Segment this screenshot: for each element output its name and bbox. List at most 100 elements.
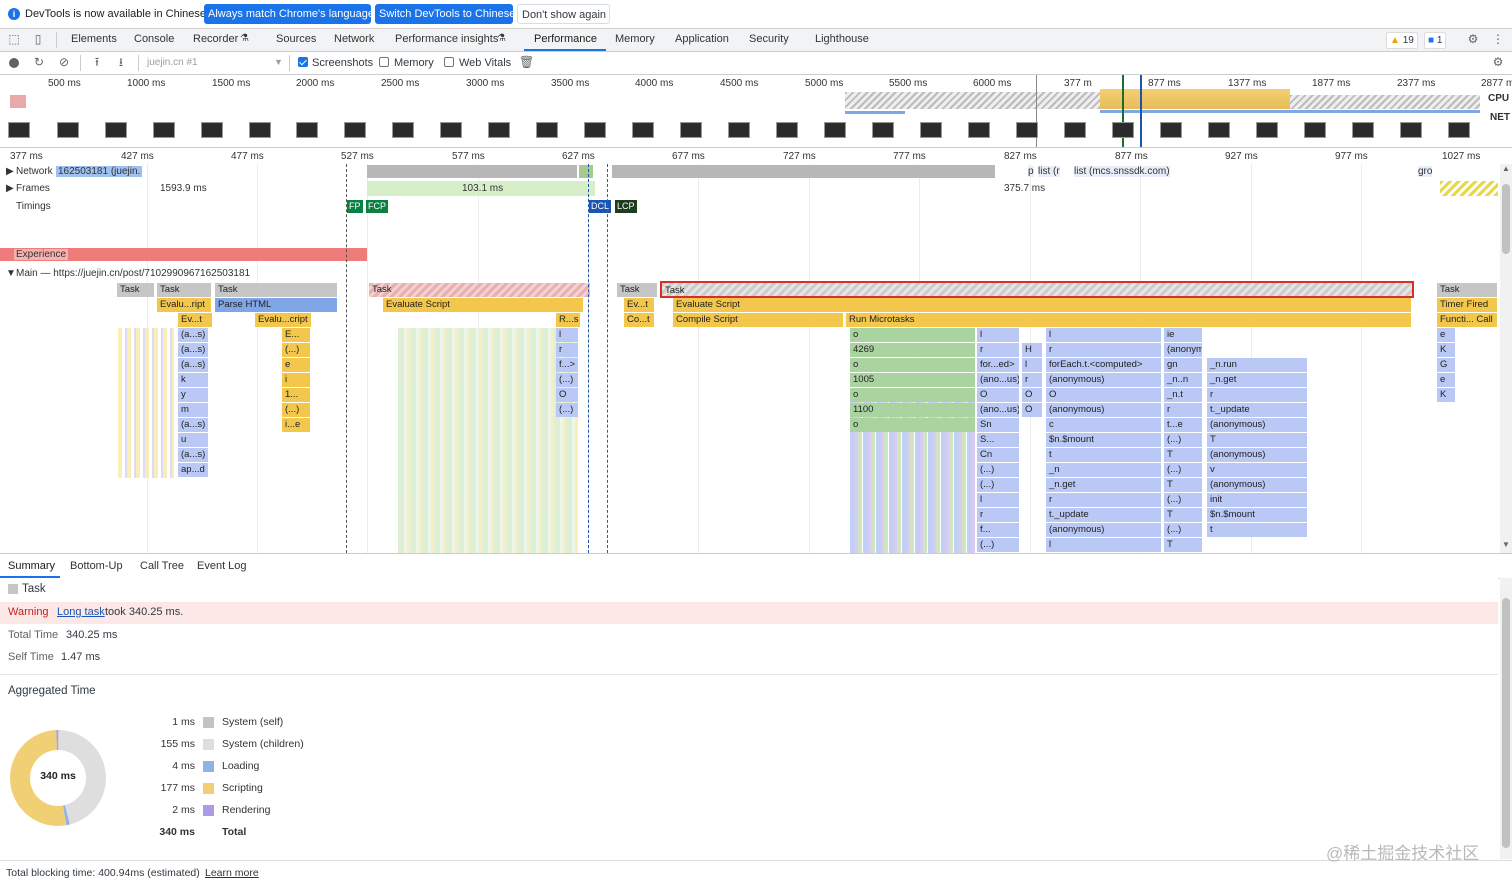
- frame-duration[interactable]: 375.7 ms: [1004, 183, 1045, 194]
- call-frame[interactable]: _n.run: [1207, 358, 1307, 372]
- screenshot-thumbnail[interactable]: [392, 122, 414, 138]
- screenshot-thumbnail[interactable]: [1256, 122, 1278, 138]
- screenshot-thumbnail[interactable]: [57, 122, 79, 138]
- call-frame[interactable]: init: [1207, 493, 1307, 507]
- call-frame[interactable]: t...e: [1164, 418, 1202, 432]
- call-frame[interactable]: for...ed>: [977, 358, 1019, 372]
- screenshot-thumbnail[interactable]: [201, 122, 223, 138]
- tab-application[interactable]: Application: [675, 33, 729, 45]
- frames-track-label[interactable]: Frames: [16, 183, 50, 194]
- run-microtasks-block[interactable]: Run Microtasks: [846, 313, 1411, 327]
- parse-html-block[interactable]: Parse HTML: [215, 298, 337, 312]
- clear-icon[interactable]: ⊘: [57, 55, 71, 69]
- call-frame[interactable]: (ano...us): [977, 403, 1019, 417]
- network-request[interactable]: p: [1028, 166, 1034, 177]
- screenshot-thumbnail[interactable]: [1064, 122, 1086, 138]
- frame-bar[interactable]: [1440, 181, 1498, 196]
- more-options-icon[interactable]: ⋮: [1491, 32, 1505, 46]
- screenshot-thumbnail[interactable]: [8, 122, 30, 138]
- call-frame[interactable]: (a...s): [178, 358, 208, 372]
- screenshot-thumbnail[interactable]: [872, 122, 894, 138]
- network-request[interactable]: [612, 165, 995, 178]
- chevron-down-icon[interactable]: ▼: [274, 57, 283, 67]
- switch-to-chinese-button[interactable]: Switch DevTools to Chinese: [375, 4, 515, 24]
- call-frame[interactable]: k: [178, 373, 208, 387]
- evaluate-script-block[interactable]: Evalu...ript: [157, 298, 211, 312]
- flame-chart[interactable]: ▶ Network 162503181 (juejin. p list (r l…: [0, 164, 1500, 553]
- call-frame[interactable]: (a...s): [178, 448, 208, 462]
- capture-settings-gear-icon[interactable]: ⚙: [1491, 55, 1505, 69]
- run-microtasks-block[interactable]: R...s: [556, 313, 580, 327]
- screenshot-thumbnail[interactable]: [536, 122, 558, 138]
- call-frame[interactable]: gn: [1164, 358, 1202, 372]
- network-request[interactable]: list (r: [1038, 166, 1060, 177]
- collapse-arrow-icon[interactable]: ▼: [6, 268, 16, 279]
- tab-security[interactable]: Security: [749, 33, 789, 45]
- call-frame[interactable]: T: [1164, 478, 1202, 492]
- call-frame[interactable]: K: [1437, 388, 1455, 402]
- tab-call-tree[interactable]: Call Tree: [140, 560, 184, 572]
- device-toolbar-icon[interactable]: ▯: [31, 32, 45, 46]
- learn-more-link[interactable]: Learn more: [205, 867, 259, 879]
- call-frame[interactable]: l: [1046, 328, 1161, 342]
- call-frame[interactable]: t: [1207, 523, 1307, 537]
- compile-script-block[interactable]: Compile Script: [673, 313, 843, 327]
- call-frame[interactable]: O: [1046, 388, 1161, 402]
- call-frame[interactable]: ie: [1164, 328, 1202, 342]
- inspect-element-icon[interactable]: ⬚: [7, 32, 21, 46]
- evaluate-script-block[interactable]: Evaluate Script: [673, 298, 1411, 312]
- screenshot-thumbnail[interactable]: [153, 122, 175, 138]
- scrollbar-thumb[interactable]: [1502, 598, 1510, 848]
- tab-performance-insights[interactable]: Performance insights: [395, 33, 498, 45]
- network-request[interactable]: 162503181 (juejin.: [56, 166, 143, 177]
- call-frame[interactable]: T: [1207, 433, 1307, 447]
- expand-arrow-icon[interactable]: ▶: [6, 183, 14, 194]
- call-frame[interactable]: f...>: [556, 358, 578, 372]
- network-request[interactable]: [367, 165, 577, 178]
- call-frame[interactable]: _n..n: [1164, 373, 1202, 387]
- call-frame[interactable]: Sn: [977, 418, 1019, 432]
- reload-icon[interactable]: ↻: [32, 55, 46, 69]
- tab-summary[interactable]: Summary: [8, 560, 55, 572]
- tab-memory[interactable]: Memory: [615, 33, 655, 45]
- function-call-block[interactable]: Functi... Call: [1437, 313, 1497, 327]
- call-frame[interactable]: (...): [977, 538, 1019, 552]
- call-frame[interactable]: (...): [1164, 463, 1202, 477]
- settings-gear-icon[interactable]: ⚙: [1466, 32, 1480, 46]
- call-frame[interactable]: (...): [556, 403, 578, 417]
- call-frame[interactable]: e: [282, 358, 310, 372]
- screenshot-thumbnail[interactable]: [440, 122, 462, 138]
- call-frame[interactable]: T: [1164, 538, 1202, 552]
- evaluate-script-block[interactable]: Evaluate Script: [383, 298, 583, 312]
- screenshot-thumbnail[interactable]: [1448, 122, 1470, 138]
- web-vitals-checkbox[interactable]: [444, 57, 454, 67]
- tab-recorder[interactable]: Recorder: [193, 33, 238, 45]
- call-frame[interactable]: l: [1046, 538, 1161, 552]
- call-frame[interactable]: e: [1437, 328, 1455, 342]
- task-block[interactable]: Task: [369, 283, 590, 297]
- screenshot-thumbnail[interactable]: [584, 122, 606, 138]
- call-frame[interactable]: K: [1437, 343, 1455, 357]
- call-frame[interactable]: m: [178, 403, 208, 417]
- network-request[interactable]: gro: [1418, 166, 1433, 177]
- call-frame[interactable]: c: [1046, 418, 1161, 432]
- call-frame[interactable]: S...: [977, 433, 1019, 447]
- expand-arrow-icon[interactable]: ▶: [6, 166, 14, 177]
- timeline-overview[interactable]: 500 ms 1000 ms 1500 ms 2000 ms 2500 ms 3…: [0, 75, 1512, 148]
- call-frame[interactable]: (...): [282, 343, 310, 357]
- call-frame[interactable]: T: [1164, 448, 1202, 462]
- tab-sources[interactable]: Sources: [276, 33, 316, 45]
- call-frame[interactable]: _n.t: [1164, 388, 1202, 402]
- call-frame[interactable]: (...): [977, 478, 1019, 492]
- call-frame[interactable]: (...): [1164, 523, 1202, 537]
- call-frame[interactable]: r: [977, 508, 1019, 522]
- call-frame[interactable]: H: [1022, 343, 1042, 357]
- long-task-link[interactable]: Long task: [57, 606, 105, 618]
- call-frame[interactable]: (...): [1164, 433, 1202, 447]
- fp-marker[interactable]: FP: [347, 200, 363, 213]
- event-block[interactable]: Ev...t: [178, 313, 212, 327]
- upload-icon[interactable]: ⭱: [90, 55, 104, 69]
- frame-duration[interactable]: 1593.9 ms: [160, 183, 207, 194]
- summary-scrollbar[interactable]: [1500, 578, 1512, 859]
- task-block[interactable]: Task: [117, 283, 154, 297]
